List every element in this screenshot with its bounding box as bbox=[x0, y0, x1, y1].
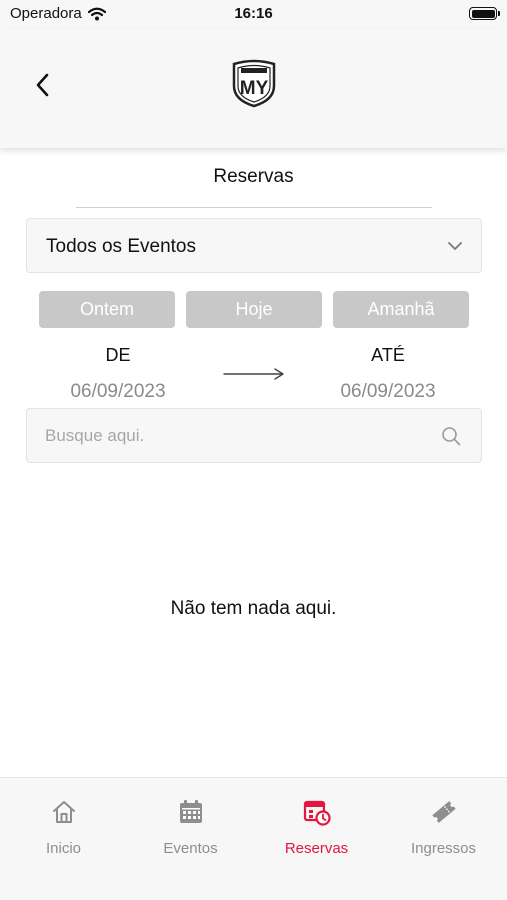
search-box bbox=[26, 408, 482, 463]
reservation-icon bbox=[303, 798, 331, 826]
today-button[interactable]: Hoje bbox=[186, 291, 322, 328]
tab-label: Ingressos bbox=[410, 840, 477, 857]
tab-eventos[interactable]: Eventos bbox=[127, 798, 254, 868]
tab-ingressos[interactable]: Ingressos bbox=[380, 798, 507, 868]
chevron-down-icon bbox=[448, 242, 462, 250]
to-date-label: ATÉ bbox=[371, 345, 405, 365]
search-input[interactable] bbox=[45, 409, 435, 462]
event-filter-dropdown[interactable]: Todos os Eventos bbox=[26, 218, 482, 273]
app-logo: MY bbox=[230, 58, 278, 108]
home-icon bbox=[50, 798, 78, 826]
calendar-icon bbox=[177, 798, 205, 826]
tomorrow-button[interactable]: Amanhã bbox=[333, 291, 469, 328]
svg-text:MY: MY bbox=[240, 78, 269, 99]
tab-label: Inicio bbox=[45, 840, 82, 857]
chevron-left-icon bbox=[36, 73, 49, 97]
from-date-value[interactable]: 06/09/2023 bbox=[43, 381, 193, 403]
ticket-icon bbox=[430, 798, 458, 826]
empty-state-message: Não tem nada aqui. bbox=[170, 598, 337, 619]
to-date-value[interactable]: 06/09/2023 bbox=[313, 381, 463, 403]
back-button[interactable] bbox=[26, 68, 60, 102]
title-divider bbox=[76, 207, 432, 208]
page-title: Reservas bbox=[213, 166, 294, 187]
tab-reservas[interactable]: Reservas bbox=[253, 798, 380, 868]
from-date-label: DE bbox=[105, 345, 131, 365]
battery-icon bbox=[469, 7, 500, 20]
status-bar: Operadora 16:16 bbox=[0, 0, 507, 30]
tab-bar: Inicio Eventos Reservas Ingressos bbox=[0, 777, 507, 900]
status-time: 16:16 bbox=[234, 5, 273, 22]
search-icon[interactable] bbox=[441, 426, 461, 446]
tab-label: Reservas bbox=[284, 840, 349, 857]
event-filter-value: Todos os Eventos bbox=[46, 236, 196, 257]
tab-inicio[interactable]: Inicio bbox=[0, 798, 127, 868]
arrow-right-icon bbox=[223, 368, 284, 380]
navigation-bar: MY bbox=[0, 30, 507, 148]
yesterday-button[interactable]: Ontem bbox=[39, 291, 175, 328]
tab-label: Eventos bbox=[163, 840, 218, 857]
